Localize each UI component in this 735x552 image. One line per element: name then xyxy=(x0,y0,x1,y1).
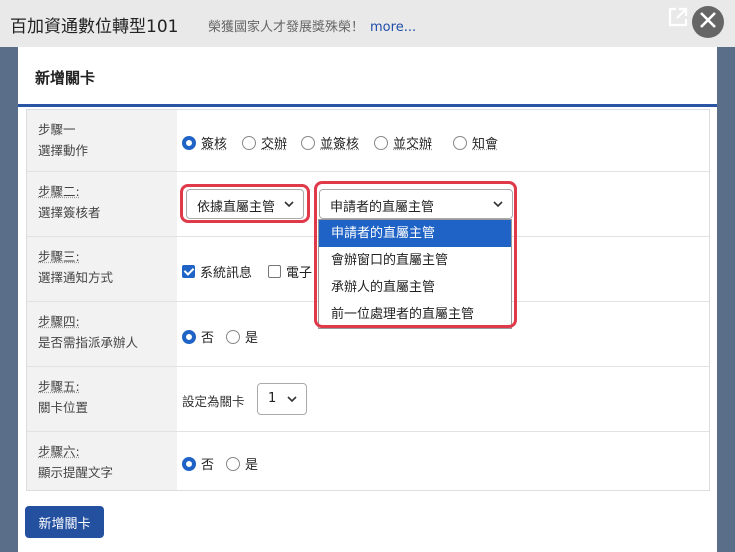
step-value-cell: 否 是 xyxy=(177,432,709,490)
news-marquee: 榮獲國家人才發展獎殊榮！ more... xyxy=(208,16,416,35)
step-name: 步驟三: xyxy=(38,249,80,264)
action-radio-parallel-sign[interactable]: 並簽核 xyxy=(301,133,359,152)
step-row-action: 步驟一 選擇動作 簽核 交辦 並簽核 並交辦 知會 xyxy=(27,110,709,172)
chevron-down-icon xyxy=(493,201,503,208)
action-radio-sign[interactable]: 簽核 xyxy=(182,133,227,152)
dropdown-option[interactable]: 申請者的直屬主管 xyxy=(319,220,511,247)
step-desc: 顯示提醒文字 xyxy=(38,465,114,480)
step-name: 步驟四: xyxy=(38,314,80,329)
step-desc: 關卡位置 xyxy=(38,400,89,415)
background-page-edge xyxy=(0,47,18,552)
more-link[interactable]: more... xyxy=(370,20,416,35)
radio-icon xyxy=(453,135,467,150)
approver-mode-select[interactable]: 依據直屬主管 xyxy=(186,189,304,219)
checkbox-checked-icon xyxy=(182,265,195,278)
chevron-down-icon xyxy=(287,396,297,403)
notify-system-checkbox[interactable]: 系統訊息 xyxy=(182,262,252,281)
app-title: 百加資通數位轉型101 xyxy=(10,17,179,37)
radio-selected-icon xyxy=(182,135,196,150)
external-link-icon[interactable] xyxy=(667,6,689,28)
dropdown-option[interactable]: 會辦窗口的直屬主管 xyxy=(319,247,511,274)
step-desc: 是否需指派承辦人 xyxy=(38,335,139,350)
step-label-cell: 步驟六: 顯示提醒文字 xyxy=(27,432,177,490)
modal-header: 新增關卡 xyxy=(18,47,717,107)
radio-icon xyxy=(226,456,240,471)
radio-icon xyxy=(301,135,315,150)
news-text: 榮獲國家人才發展獎殊榮！ xyxy=(208,20,365,35)
step-value-cell: 設定為關卡 1 xyxy=(177,367,709,431)
action-radio-assign[interactable]: 交辦 xyxy=(242,133,287,152)
radio-selected-icon xyxy=(182,329,196,344)
checkbox-icon xyxy=(268,265,281,278)
step-label-cell: 步驟四: 是否需指派承辦人 xyxy=(27,302,177,366)
chevron-down-icon xyxy=(284,201,294,208)
radio-icon xyxy=(226,329,240,344)
position-select[interactable]: 1 xyxy=(257,383,307,415)
modal-title: 新增關卡 xyxy=(35,69,96,87)
step-row-position: 步驟五: 關卡位置 設定為關卡 1 xyxy=(27,367,709,432)
action-radio-notify[interactable]: 知會 xyxy=(453,133,498,152)
assign-radio-no[interactable]: 否 xyxy=(182,327,214,346)
step-value-cell: 簽核 交辦 並簽核 並交辦 知會 xyxy=(177,110,709,171)
approver-target-dropdown: 申請者的直屬主管 會辦窗口的直屬主管 承辦人的直屬主管 前一位處理者的直屬主管 xyxy=(318,219,512,329)
approver-target-select[interactable]: 申請者的直屬主管 xyxy=(319,189,513,219)
step-desc: 選擇簽核者 xyxy=(38,205,101,220)
reminder-radio-no[interactable]: 否 xyxy=(182,454,214,473)
position-label: 設定為關卡 xyxy=(182,394,245,409)
notify-email-checkbox[interactable]: 電子 xyxy=(268,262,312,281)
dropdown-option[interactable]: 承辦人的直屬主管 xyxy=(319,274,511,301)
close-icon[interactable] xyxy=(692,6,724,38)
radio-icon xyxy=(242,135,256,150)
step-desc: 選擇動作 xyxy=(38,143,89,158)
dropdown-option[interactable]: 前一位處理者的直屬主管 xyxy=(319,301,511,328)
step-name: 步驟六: xyxy=(38,444,80,459)
assign-radio-yes[interactable]: 是 xyxy=(226,327,258,346)
action-radio-parallel-assign[interactable]: 並交辦 xyxy=(374,133,432,152)
step-name: 步驟一 xyxy=(38,122,76,137)
step-label-cell: 步驟三: 選擇通知方式 xyxy=(27,237,177,301)
radio-selected-icon xyxy=(182,456,196,471)
top-bar: 百加資通數位轉型101 榮獲國家人才發展獎殊榮！ more... xyxy=(0,0,735,47)
radio-icon xyxy=(374,135,388,150)
add-stage-button[interactable]: 新增關卡 xyxy=(25,506,104,538)
step-label-cell: 步驟二: 選擇簽核者 xyxy=(27,172,177,236)
reminder-radio-yes[interactable]: 是 xyxy=(226,454,258,473)
background-page-edge xyxy=(717,47,735,552)
step-name: 步驟五: xyxy=(38,379,80,394)
step-label-cell: 步驟一 選擇動作 xyxy=(27,110,177,171)
step-name: 步驟二: xyxy=(38,184,80,199)
step-desc: 選擇通知方式 xyxy=(38,270,114,285)
add-stage-modal: 新增關卡 步驟一 選擇動作 簽核 交辦 並簽核 並交辦 知會 步驟二: 選擇簽核… xyxy=(18,47,717,552)
step-row-reminder: 步驟六: 顯示提醒文字 否 是 xyxy=(27,432,709,490)
step-label-cell: 步驟五: 關卡位置 xyxy=(27,367,177,431)
